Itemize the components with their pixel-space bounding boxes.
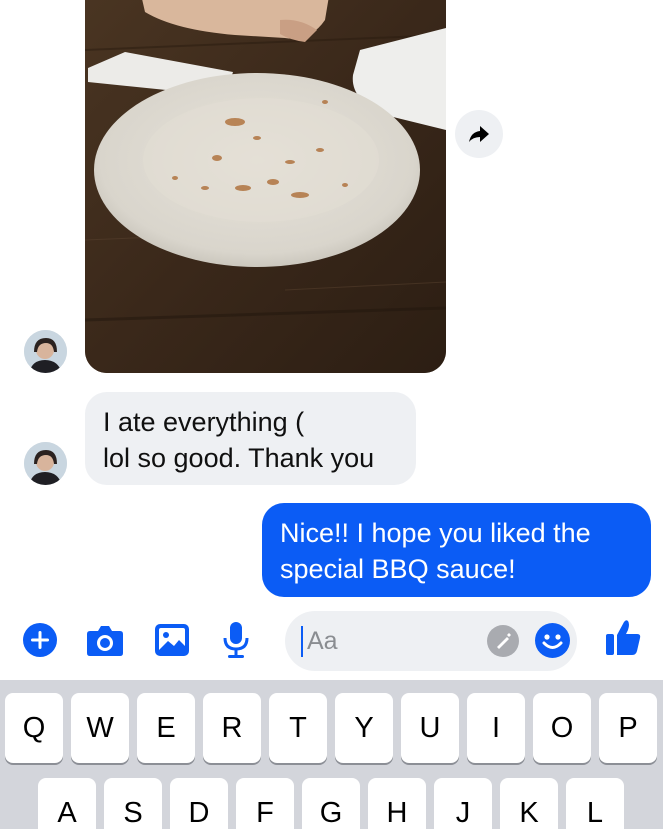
- key-q[interactable]: Q: [5, 693, 63, 763]
- key-w[interactable]: W: [71, 693, 129, 763]
- incoming-message-bubble[interactable]: I ate everything ( lol so good. Thank yo…: [85, 392, 416, 485]
- contact-avatar[interactable]: [24, 442, 67, 485]
- key-r[interactable]: R: [203, 693, 261, 763]
- text-caret: [301, 626, 303, 657]
- key-t[interactable]: T: [269, 693, 327, 763]
- avatar-photo: [24, 442, 67, 485]
- message-composer: Aa: [0, 608, 663, 674]
- messenger-chat-screen: I ate everything ( lol so good. Thank yo…: [0, 0, 663, 829]
- message-input[interactable]: Aa: [285, 611, 577, 671]
- forward-button[interactable]: [455, 110, 503, 158]
- key-j[interactable]: J: [434, 778, 492, 829]
- like-button[interactable]: [604, 618, 642, 656]
- keyboard: Q W E R T Y U I O P A S D F G H J K L: [0, 680, 663, 829]
- gallery-icon: [155, 624, 189, 656]
- key-s[interactable]: S: [104, 778, 162, 829]
- microphone-icon: [223, 622, 249, 658]
- sticker-icon: [497, 633, 511, 649]
- gallery-button[interactable]: [153, 621, 191, 659]
- key-e[interactable]: E: [137, 693, 195, 763]
- avatar-photo: [24, 330, 67, 373]
- emoji-button[interactable]: [535, 623, 570, 658]
- sticker-button[interactable]: [487, 625, 519, 657]
- incoming-message-line-1: I ate everything (: [103, 407, 305, 437]
- shared-photo-empty-plate[interactable]: [85, 0, 446, 373]
- contact-avatar[interactable]: [24, 330, 67, 373]
- plus-button[interactable]: [21, 621, 59, 659]
- outgoing-message-line-2: special BBQ sauce!: [280, 554, 516, 584]
- key-k[interactable]: K: [500, 778, 558, 829]
- key-a[interactable]: A: [38, 778, 96, 829]
- key-f[interactable]: F: [236, 778, 294, 829]
- camera-button[interactable]: [86, 621, 124, 659]
- thumbs-up-icon: [606, 620, 641, 655]
- key-d[interactable]: D: [170, 778, 228, 829]
- incoming-message-line-2: lol so good. Thank you: [103, 443, 375, 473]
- plate-photo-illustration: [85, 0, 446, 373]
- message-input-placeholder: Aa: [307, 627, 338, 655]
- key-o[interactable]: O: [533, 693, 591, 763]
- voice-message-button[interactable]: [217, 621, 255, 659]
- key-p[interactable]: P: [599, 693, 657, 763]
- share-arrow-icon: [469, 126, 489, 142]
- outgoing-message-line-1: Nice!! I hope you liked the: [280, 518, 591, 548]
- key-y[interactable]: Y: [335, 693, 393, 763]
- outgoing-message-bubble[interactable]: Nice!! I hope you liked the special BBQ …: [262, 503, 651, 597]
- key-i[interactable]: I: [467, 693, 525, 763]
- key-l[interactable]: L: [566, 778, 624, 829]
- key-u[interactable]: U: [401, 693, 459, 763]
- camera-icon: [87, 626, 123, 656]
- key-g[interactable]: G: [302, 778, 360, 829]
- plus-icon: [23, 623, 57, 657]
- emoji-icon: [542, 634, 563, 649]
- key-h[interactable]: H: [368, 778, 426, 829]
